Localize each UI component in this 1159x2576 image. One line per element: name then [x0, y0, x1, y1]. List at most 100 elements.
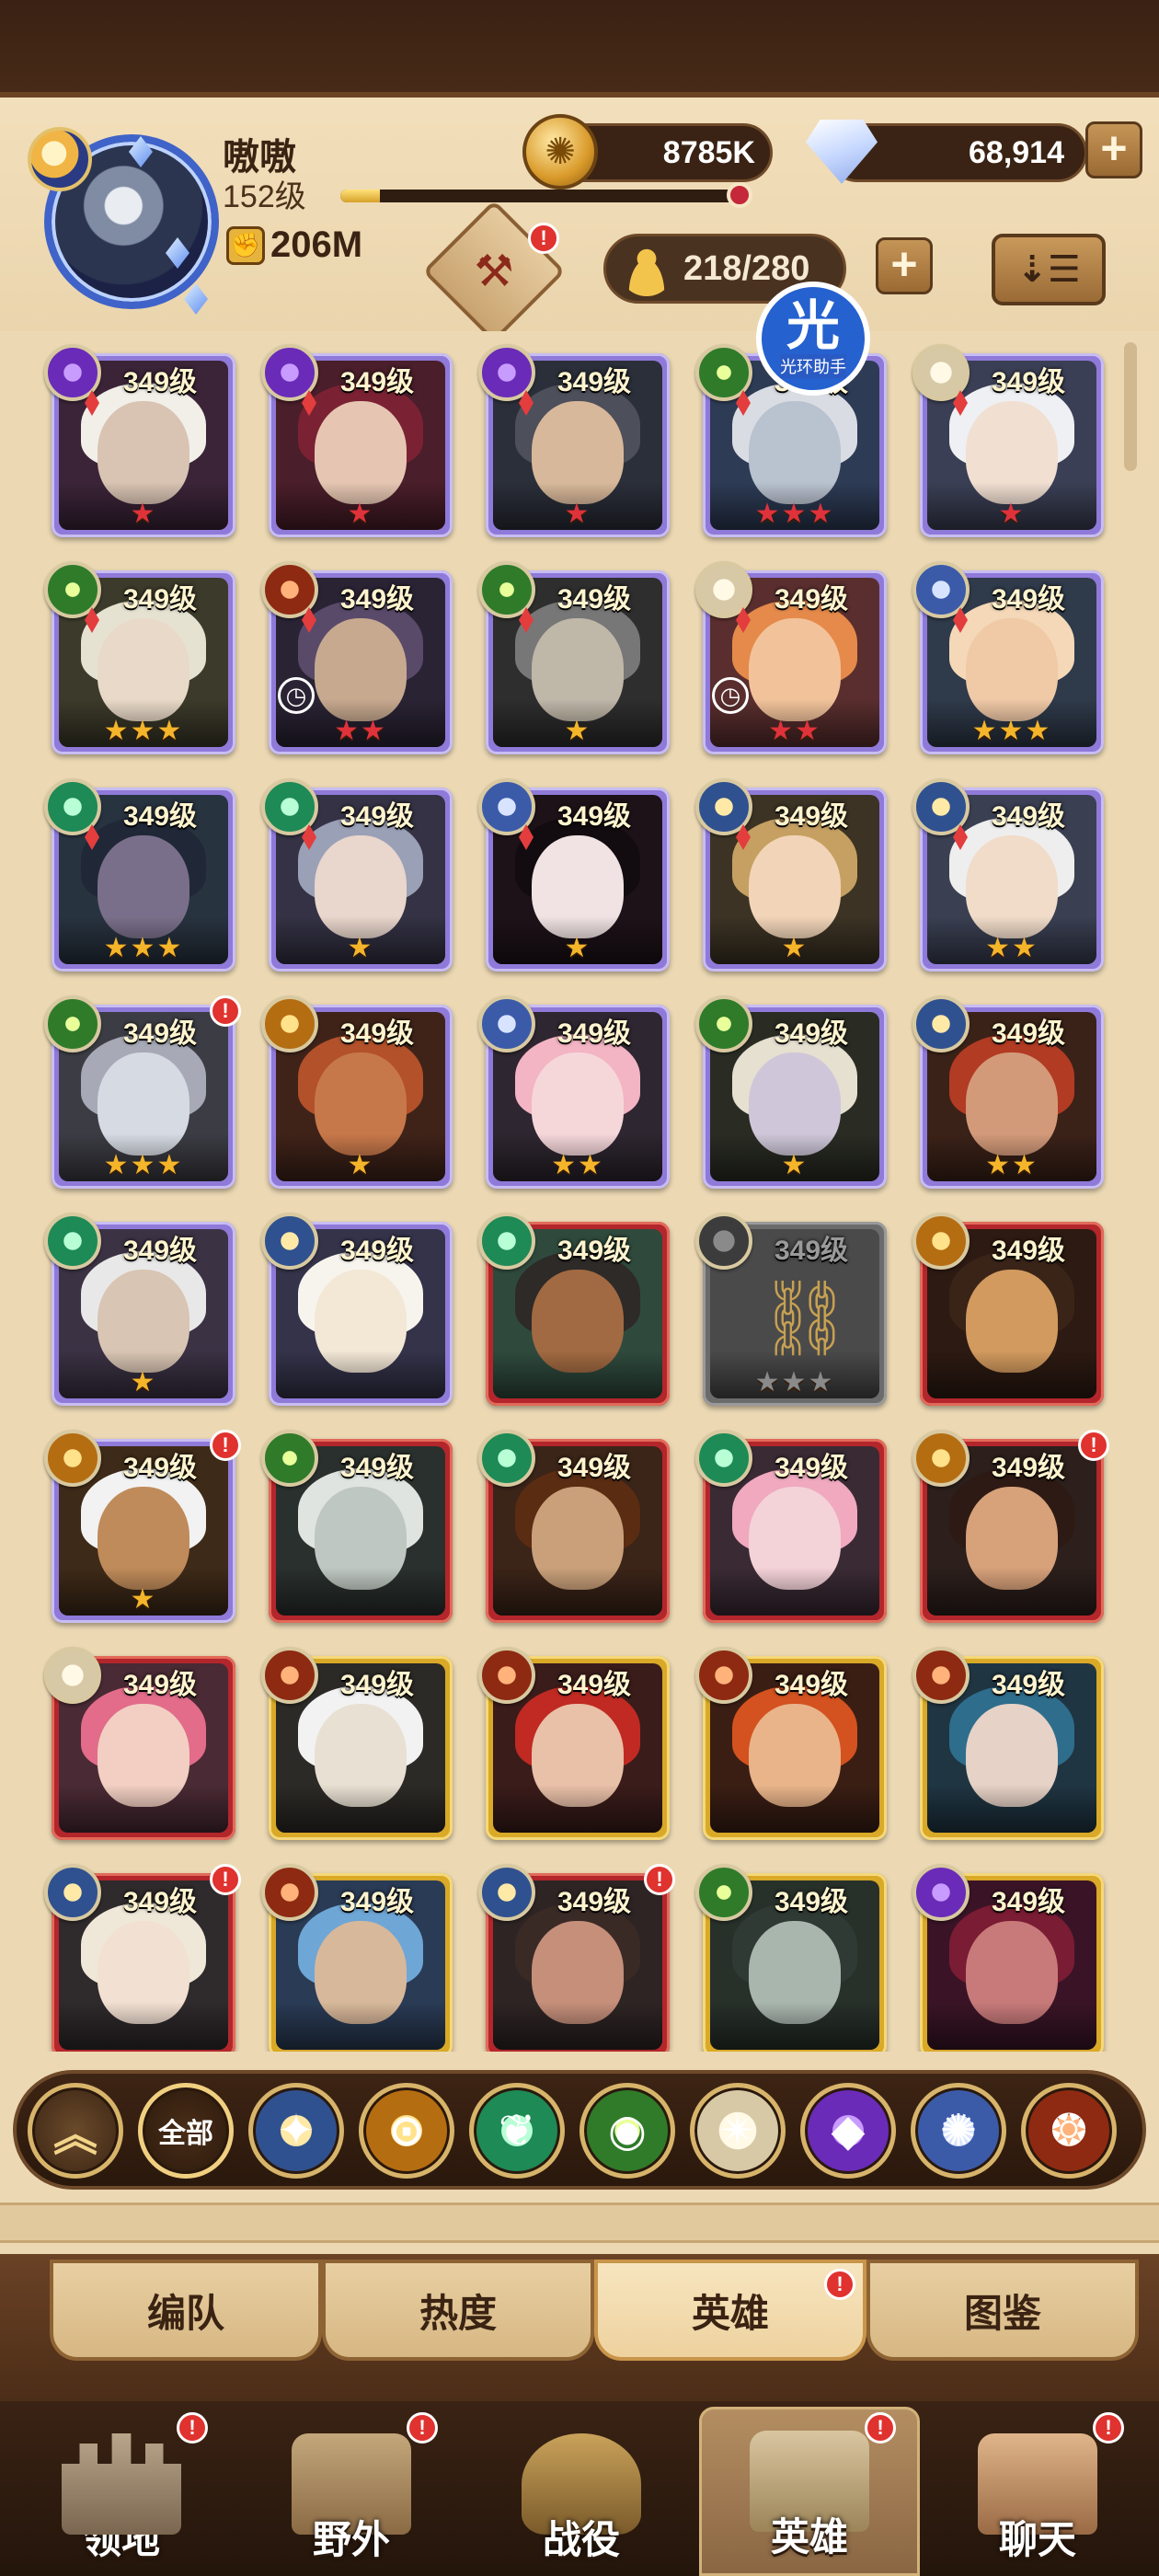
hero-card[interactable]: 349级 ★ — [44, 344, 235, 537]
filter-mauler-icon: ⊙ — [387, 2107, 426, 2156]
filter-hypogean-button[interactable]: ◆ — [800, 2083, 896, 2179]
hero-card[interactable]: 349级 ★ — [695, 995, 887, 1189]
sort-button[interactable]: ⇣☰ — [992, 234, 1106, 305]
hero-card[interactable]: 349级 — [478, 1213, 670, 1406]
hero-card[interactable]: 349级 — [261, 1213, 453, 1406]
hero-card[interactable]: 349级 ★★★ — [912, 561, 1104, 754]
hero-card[interactable]: 349级 ★ — [261, 995, 453, 1189]
hero-level: 349级 — [340, 1887, 415, 1917]
hero-stars: ★★★ — [971, 716, 1052, 746]
subtab-0[interactable]: 编队 — [50, 2260, 322, 2361]
hero-card[interactable]: ⛓ 349级 ★★★ — [695, 1213, 887, 1406]
hero-level: 349级 — [992, 367, 1066, 397]
hero-level: 349级 — [775, 1236, 849, 1266]
filter-lightbearer-button[interactable]: ✦ — [248, 2083, 344, 2179]
hero-grid[interactable]: 349级★349级★349级★349级★★★349级★349级★★★349级★★… — [0, 331, 1159, 2052]
hero-level: 349级 — [992, 1453, 1066, 1483]
hero-card[interactable]: 349级 ★★★! — [44, 995, 241, 1189]
hero-card[interactable]: 349级 — [912, 1647, 1104, 1840]
portrait-shade — [710, 2002, 879, 2050]
hero-card[interactable]: 349级 — [261, 1647, 453, 1840]
hero-card[interactable]: 349级 ★! — [44, 1430, 241, 1623]
subtab-1[interactable]: 热度 — [322, 2260, 594, 2361]
hero-card[interactable]: 349级! — [912, 1430, 1109, 1623]
hero-card[interactable]: 349级 — [912, 1864, 1104, 2052]
hero-card[interactable]: 349级 — [261, 1864, 453, 2052]
expand-slots-button[interactable]: + — [876, 237, 933, 294]
filter-special-button[interactable]: ❂ — [1021, 2083, 1117, 2179]
filter-graveborn-icon: ◉ — [608, 2107, 647, 2156]
hero-card[interactable]: 349级 ★★★ — [44, 778, 235, 972]
filter-celestial-button[interactable]: ✴ — [690, 2083, 786, 2179]
buy-diamonds-button[interactable]: + — [1085, 121, 1142, 178]
filter-wilder-button[interactable]: ❦ — [469, 2083, 565, 2179]
hero-level: 349级 — [557, 1236, 632, 1266]
hero-card[interactable]: 349级 ★★ ◷ — [261, 561, 453, 754]
hero-card[interactable]: 349级 ★★ — [912, 995, 1104, 1189]
filter-mauler-button[interactable]: ⊙ — [359, 2083, 454, 2179]
filter-special-icon: ❂ — [1050, 2107, 1088, 2156]
hero-card[interactable]: 349级 — [478, 1647, 670, 1840]
hero-card[interactable]: 349级 — [261, 1430, 453, 1623]
filter-rank-up-button[interactable]: ︽ — [28, 2083, 123, 2179]
subtab-3[interactable]: 图鉴 — [866, 2260, 1139, 2361]
hero-card[interactable]: 349级 — [695, 1430, 887, 1623]
hero-card[interactable]: 349级 — [44, 1647, 235, 1840]
hero-stars: ★ — [130, 1367, 157, 1397]
portrait-shade — [927, 1568, 1096, 1616]
hero-card[interactable]: 349级 ★ — [478, 778, 670, 972]
portrait-shade — [276, 2002, 445, 2050]
helper-floating-button[interactable]: 光 光环助手 — [751, 282, 876, 396]
subtab-2[interactable]: 英雄 — [594, 2260, 866, 2361]
hero-card[interactable]: 349级 ★★ ◷ — [695, 561, 887, 754]
nav-alert-badge: ! — [407, 2412, 438, 2444]
hero-card[interactable]: 349级 — [912, 1213, 1104, 1406]
nav-label: 野外 — [312, 2518, 390, 2561]
hero-card[interactable]: 349级! — [44, 1864, 241, 2052]
filter-graveborn-button[interactable]: ◉ — [580, 2083, 675, 2179]
hero-card[interactable]: 349级 ★ — [695, 778, 887, 972]
hammer-icon: ⚒ — [474, 247, 514, 296]
hero-card[interactable]: 349级 — [695, 1864, 887, 2052]
hero-stars: ★★★ — [754, 1367, 835, 1397]
hero-level: 349级 — [340, 367, 415, 397]
hero-stars: ★★★ — [754, 499, 835, 529]
hero-level: 349级 — [992, 1670, 1066, 1700]
faction-wilder-icon — [695, 1864, 752, 1921]
hero-stars: ★ — [130, 1584, 157, 1615]
hero-card[interactable]: 349级 — [478, 1430, 670, 1623]
scrollbar[interactable] — [1124, 342, 1137, 471]
hero-card[interactable]: 349级 ★ — [478, 344, 670, 537]
hero-card[interactable]: 349级 ★★ — [912, 778, 1104, 972]
filter-all-button[interactable]: 全部 — [138, 2083, 234, 2179]
hero-card[interactable]: 349级 ★ — [261, 344, 453, 537]
hero-level: 349级 — [557, 584, 632, 615]
moon-icon — [28, 127, 92, 191]
gold-value: 8785K — [662, 134, 755, 170]
helper-icon: 光 光环助手 — [756, 282, 870, 396]
filter-dimensional-button[interactable]: ✺ — [911, 2083, 1006, 2179]
player-avatar[interactable] — [28, 127, 221, 320]
hero-card[interactable]: 349级 ★★★ — [44, 561, 235, 754]
faction-locked-icon — [695, 1213, 752, 1270]
faction-lightbearer-icon — [912, 995, 970, 1052]
hero-card[interactable]: 349级 ★★ — [478, 995, 670, 1189]
hero-level: 349级 — [775, 1018, 849, 1049]
portrait-shade — [493, 1351, 662, 1398]
filter-all-label: 全部 — [158, 2119, 213, 2149]
hero-level: 349级 — [775, 584, 849, 615]
nav-sword-crest[interactable]: 战役 — [471, 2407, 692, 2576]
hero-card[interactable]: 349级 ★ — [261, 778, 453, 972]
hero-card[interactable]: 349级 ★ — [912, 344, 1104, 537]
faction-hypogean-icon — [912, 1864, 970, 1921]
faction-graveborn-icon — [261, 1647, 318, 1704]
faction-mauler2-icon — [912, 1430, 970, 1487]
hero-card[interactable]: 349级 — [695, 1647, 887, 1840]
hero-stars: ★★ — [985, 933, 1039, 963]
hero-card[interactable]: 349级 ★ — [478, 561, 670, 754]
faction-graveborn-icon — [261, 1864, 318, 1921]
faction-lightbearer-icon — [261, 1213, 318, 1270]
hero-card[interactable]: 349级 ★ — [44, 1213, 235, 1406]
hero-level: 349级 — [775, 1670, 849, 1700]
hero-card[interactable]: 349级! — [478, 1864, 675, 2052]
